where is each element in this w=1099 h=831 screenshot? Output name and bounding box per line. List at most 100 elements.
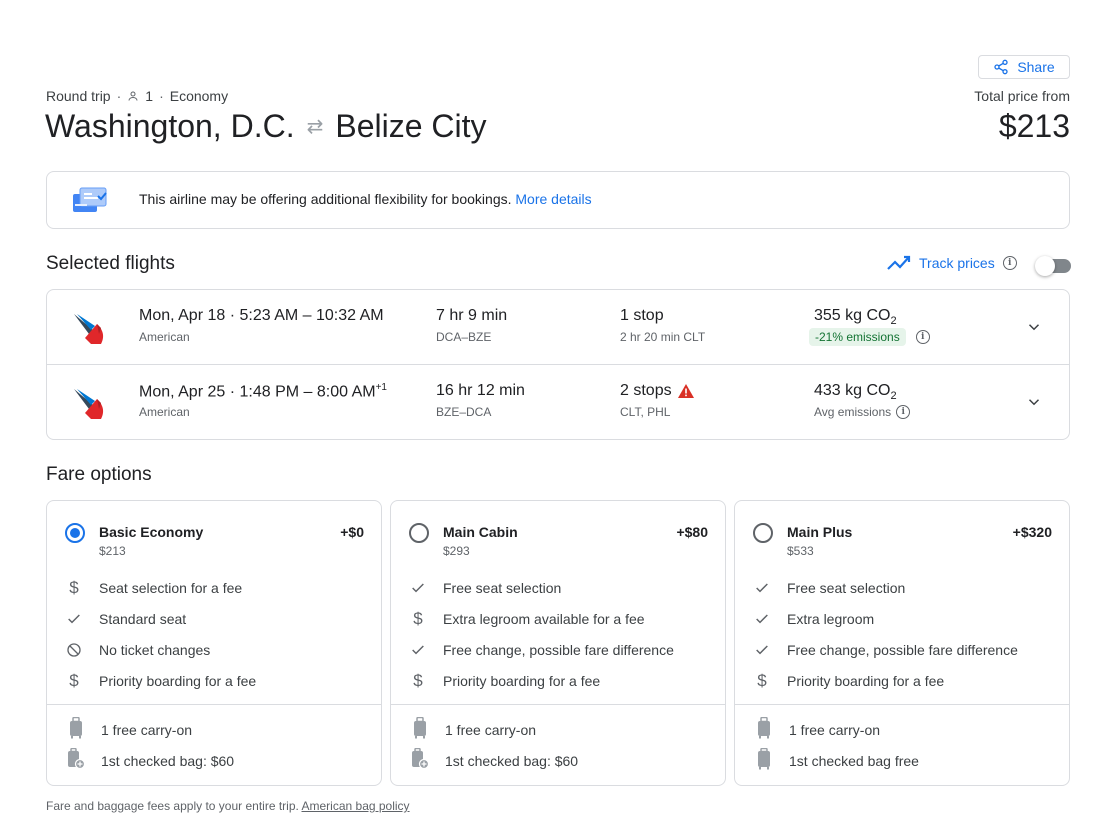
notice-text: This airline may be offering additional … [139,191,512,207]
fare-radio[interactable] [409,523,429,543]
fare-feature: Free seat selection [753,579,905,597]
fare-feature: Free change, possible fare difference [753,641,1018,659]
trip-type[interactable]: Round trip [46,88,111,104]
share-icon [994,59,1008,75]
flight-times: 5:23 AM – 10:32 AM [239,307,384,324]
fare-price: $293 [443,544,470,558]
stop-info: CLT, PHL [620,405,671,419]
baggage-item: 1 free carry-on [411,716,537,742]
fare-feature-text: Extra legroom [787,611,875,627]
stops: 1 stop [620,307,664,325]
american-airlines-logo [74,314,104,344]
fare-price: $213 [99,544,126,558]
baggage-item: 1 free carry-on [755,716,880,742]
fare-radio[interactable] [65,523,85,543]
warning-icon[interactable] [677,384,694,398]
fare-card[interactable]: Basic Economy $213 +$0 $ Seat selection for … [46,500,382,786]
total-price: $213 [998,108,1070,144]
fare-feature-text: Priority boarding for a fee [787,673,945,689]
total-price-label: Total price from [974,88,1070,104]
fare-price-difference: +$0 [340,524,364,540]
baggage-item: 1st checked bag free [755,747,919,773]
fare-card[interactable]: Main Plus $533 +$320 Free seat selection Ext… [734,500,1070,786]
flight-time: Mon, Apr 25 · 1:48 PM – 8:00 AM+1 [139,382,387,401]
fare-feature-text: Free change, possible fare difference [787,642,1018,658]
no-entry-icon [65,641,83,659]
selected-flights-list: Mon, Apr 18 · 5:23 AM – 10:32 AM America… [46,289,1070,440]
separator-dot: · [229,383,240,401]
check-icon [409,641,427,659]
carry-on-icon [411,716,429,742]
flight-duration: 16 hr 12 min [436,382,525,399]
dollar-icon: $ [413,609,423,628]
flight-route: DCA–BZE [436,330,492,344]
co2-text: 433 kg CO [814,382,891,399]
co2-subscript: 2 [890,315,897,328]
fare-footnote: Fare and baggage fees apply to your enti… [46,799,410,813]
bag-policy-link[interactable]: American bag policy [302,799,410,813]
track-prices[interactable]: Track prices i [887,255,1017,271]
passenger-count[interactable]: 1 [145,88,153,104]
check-icon [753,610,771,628]
fare-feature-text: Free change, possible fare difference [443,642,674,658]
flight-row[interactable]: Mon, Apr 18 · 5:23 AM – 10:32 AM America… [47,290,1069,365]
info-icon[interactable]: i [915,330,930,344]
fare-feature: $ Priority boarding for a fee [409,671,601,690]
cabin-class[interactable]: Economy [170,88,228,104]
baggage-item: 1st checked bag: $60 [67,747,235,773]
arrival-day-offset: +1 [375,382,387,393]
fare-feature: Standard seat [65,610,186,628]
fare-card[interactable]: Main Cabin $293 +$80 Free seat selection $ Ex… [390,500,726,786]
fare-feature-text: No ticket changes [99,642,211,658]
flight-date: Mon, Apr 18 [139,307,226,324]
baggage-item: 1st checked bag: $60 [411,747,578,773]
swap-arrows-icon: ⇄ [306,116,324,138]
more-details-link[interactable]: More details [515,191,591,207]
fare-name: Main Plus [787,524,853,540]
separator-dot: · [116,88,122,104]
baggage-text: 1 free carry-on [101,721,193,738]
baggage-text: 1 free carry-on [445,721,537,738]
flight-row[interactable]: Mon, Apr 25 · 1:48 PM – 8:00 AM+1 Americ… [47,365,1069,440]
checked-bag-icon [755,747,773,773]
footnote-text: Fare and baggage fees apply to your enti… [46,799,299,813]
track-prices-label: Track prices [919,255,995,271]
info-icon[interactable]: i [1002,256,1017,270]
share-label: Share [1017,59,1055,75]
co2-value: 433 kg CO2 [814,382,897,402]
fare-feature-text: Seat selection for a fee [99,580,243,596]
chevron-down-icon[interactable] [1025,393,1043,411]
track-prices-toggle[interactable] [1035,256,1071,276]
dollar-icon: $ [757,671,767,690]
baggage-text: 1st checked bag: $60 [101,752,235,769]
info-icon[interactable]: i [896,405,911,419]
fare-price-difference: +$80 [676,524,708,540]
fare-price-difference: +$320 [1012,524,1052,540]
fare-options-title: Fare options [46,464,152,485]
fare-feature: Extra legroom [753,610,874,628]
card-divider [391,704,725,705]
selected-flights-title: Selected flights [46,253,175,274]
card-divider [735,704,1069,705]
co2-subscript: 2 [890,390,897,403]
separator-dot: · [229,307,240,324]
check-icon [753,579,771,597]
co2-value: 355 kg CO2 [814,307,897,327]
share-button[interactable]: Share [978,55,1070,79]
emissions-label: Avg emissions [814,405,892,419]
fare-price: $533 [787,544,814,558]
chevron-down-icon[interactable] [1025,318,1043,336]
flight-route: BZE–DCA [436,405,492,419]
fare-feature: $ Extra legroom available for a fee [409,609,644,628]
emissions-info: Avg emissions i [814,405,911,419]
stops-text: 1 stop [620,307,664,324]
fare-radio[interactable] [753,523,773,543]
baggage-text: 1st checked bag free [789,752,919,769]
flexibility-notice: This airline may be offering additional … [46,171,1070,229]
fare-feature: No ticket changes [65,641,210,659]
dollar-icon: $ [69,578,79,597]
destination-city: Belize City [335,108,487,144]
separator-dot: · [159,88,164,104]
check-icon [409,579,427,597]
fare-feature-text: Priority boarding for a fee [443,673,601,689]
